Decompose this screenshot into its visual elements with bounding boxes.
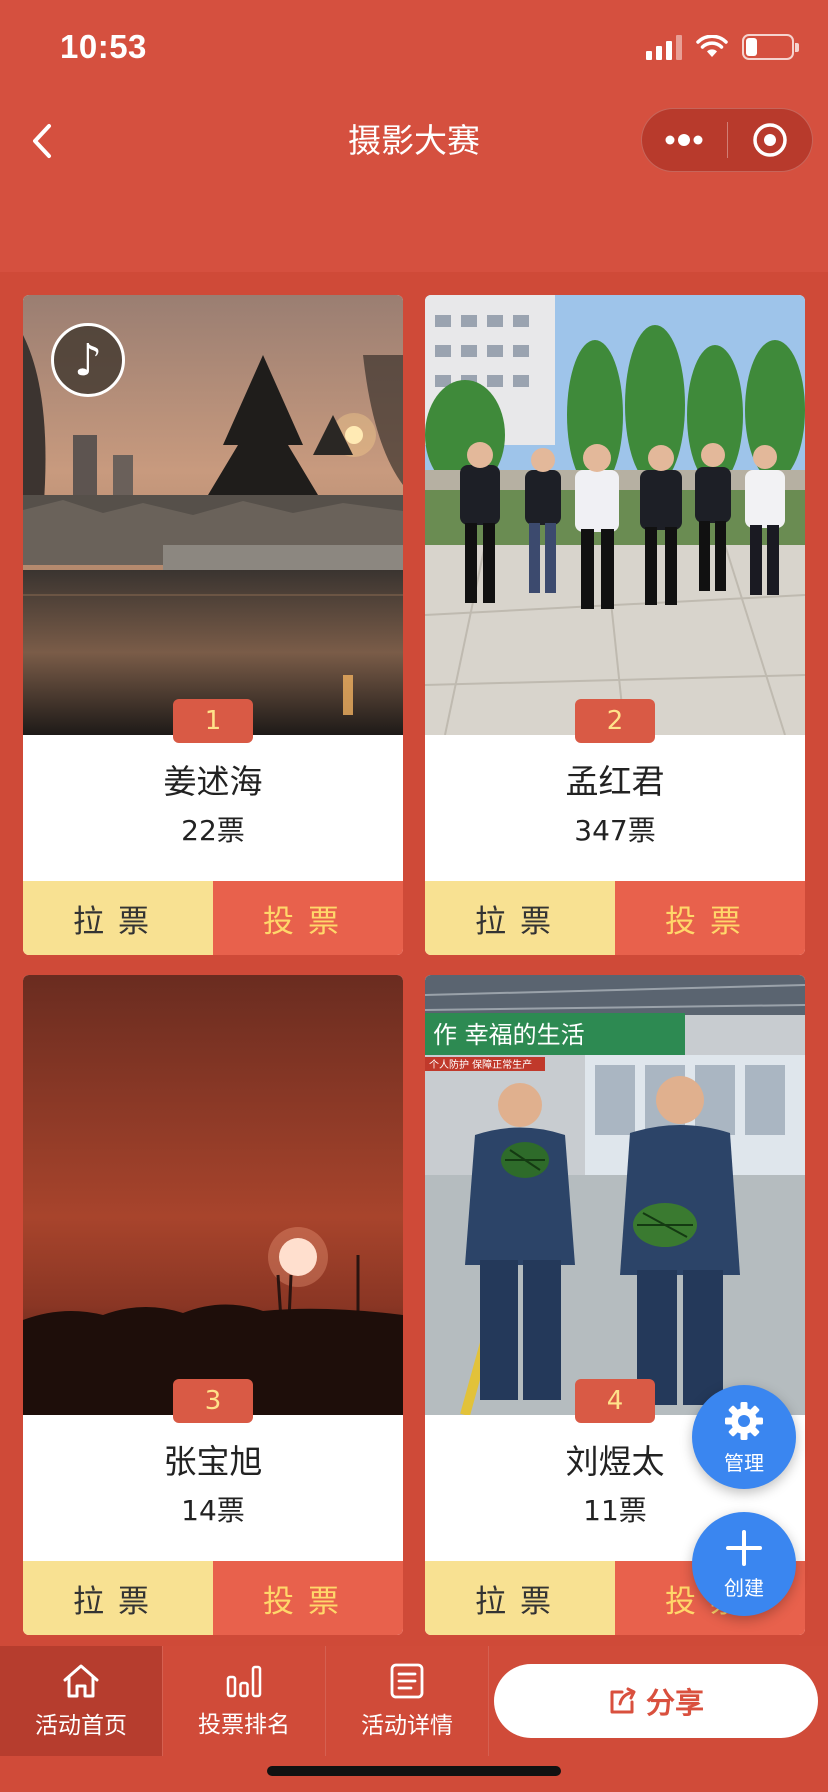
entry-photo[interactable] [23,975,403,1415]
music-toggle-button[interactable]: ♪ [51,323,125,397]
bar-chart-icon [226,1665,262,1698]
signal-icon [646,34,682,60]
vote-button[interactable]: 投票 [615,881,805,955]
status-time: 10:53 [60,28,147,65]
vote-count: 347票 [574,814,656,847]
battery-icon [742,34,799,60]
tab-activity-home[interactable]: 活动首页 [0,1646,162,1756]
tab-label: 活动详情 [361,1713,453,1739]
banner-slogan: 作 幸福的生活 [433,1021,585,1049]
card-actions: 拉票 投票 [23,881,403,955]
gear-icon [725,1401,763,1440]
target-icon [753,123,787,157]
miniprogram-capsule [641,108,813,172]
entry-name: 张宝旭 [163,1442,263,1481]
tab-label: 活动首页 [35,1713,127,1739]
home-icon [63,1664,99,1698]
wifi-icon [696,35,728,57]
entry-name: 姜述海 [163,762,263,801]
more-button[interactable] [642,109,727,171]
share-label: 分享 [645,1686,704,1720]
canvass-button[interactable]: 拉票 [23,881,213,955]
create-label: 创建 [724,1575,764,1600]
vote-count: 22票 [181,814,245,847]
music-note-icon: ♪ [73,334,103,386]
tab-divider [488,1646,489,1756]
top-bar: 10:53 摄影大赛 [0,0,828,272]
document-icon [390,1663,424,1699]
tab-activity-details[interactable]: 活动详情 [326,1646,488,1756]
rank-badge: 3 [173,1379,253,1423]
entry-card[interactable]: 2 孟红君 347票 拉票 投票 [425,295,805,955]
share-button[interactable]: 分享 [494,1664,818,1738]
plus-icon [726,1529,762,1566]
manage-fab[interactable]: 管理 [692,1385,796,1489]
tab-label: 投票排名 [198,1712,290,1738]
rank-badge: 2 [575,699,655,743]
entry-photo[interactable] [425,295,805,735]
tab-vote-ranking[interactable]: 投票排名 [163,1646,325,1756]
entry-photo[interactable]: ♪ [23,295,403,735]
rank-badge: 4 [575,1379,655,1423]
card-actions: 拉票 投票 [425,881,805,955]
status-icons [646,34,799,60]
close-miniprogram-button[interactable] [728,109,813,171]
manage-label: 管理 [724,1450,764,1475]
entry-photo[interactable]: 作 幸福的生活 个人防护 保障正常生产 [425,975,805,1415]
entry-name: 孟红君 [565,762,665,801]
share-icon [610,1687,636,1714]
entry-card[interactable]: ♪ 1 姜述海 22票 拉票 投票 [23,295,403,955]
canvass-button[interactable]: 拉票 [425,881,615,955]
canvass-button[interactable]: 拉票 [425,1561,615,1635]
canvass-button[interactable]: 拉票 [23,1561,213,1635]
card-actions: 拉票 投票 [23,1561,403,1635]
entry-card[interactable]: 3 张宝旭 14票 拉票 投票 [23,975,403,1635]
more-dots-icon [665,134,703,146]
rank-badge: 1 [173,699,253,743]
home-indicator [267,1766,561,1776]
create-fab[interactable]: 创建 [692,1512,796,1616]
vote-button[interactable]: 投票 [213,1561,403,1635]
banner-small-text: 个人防护 保障正常生产 [429,1058,532,1071]
vote-count: 14票 [181,1494,245,1527]
vote-button[interactable]: 投票 [213,881,403,955]
